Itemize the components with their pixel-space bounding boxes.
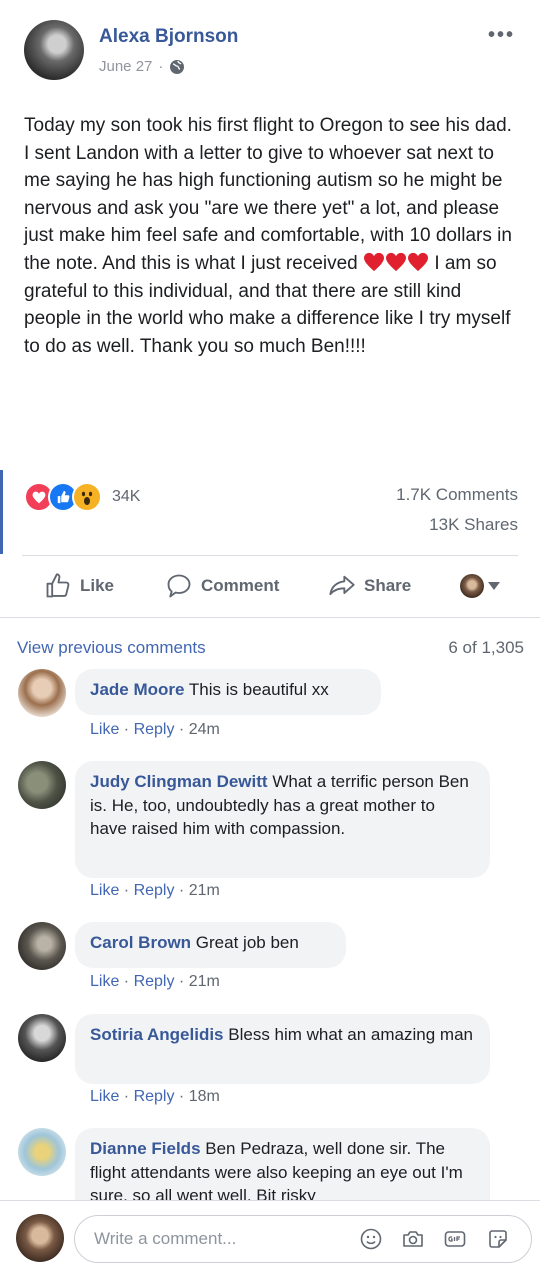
comment-reply-link[interactable]: Reply xyxy=(134,721,175,738)
author-name[interactable]: Alexa Bjornson xyxy=(99,26,238,48)
focus-accent-bar xyxy=(0,470,3,554)
comment-button[interactable]: Comment xyxy=(165,572,279,600)
divider xyxy=(0,617,540,618)
react-as-selector[interactable] xyxy=(460,574,500,598)
commenter-avatar[interactable] xyxy=(18,761,66,809)
comment-actions: Like · Reply · 18m xyxy=(90,1088,220,1105)
comment-bubble: Carol Brown Great job ben xyxy=(75,922,346,968)
commenter-name[interactable]: Carol Brown xyxy=(90,933,191,952)
gif-icon[interactable] xyxy=(443,1227,467,1251)
author-avatar[interactable] xyxy=(24,20,84,80)
post-text: Today my son took his first flight to Or… xyxy=(24,112,516,360)
emoji-icon[interactable] xyxy=(359,1227,383,1251)
share-label: Share xyxy=(364,576,412,595)
comment-actions: Like · Reply · 21m xyxy=(90,973,220,990)
thumbs-up-icon xyxy=(46,573,70,598)
comment-like-link[interactable]: Like xyxy=(90,882,119,899)
comment-like-link[interactable]: Like xyxy=(90,721,119,738)
wow-reaction-icon xyxy=(72,482,102,512)
post-text-part-1: Today my son took his first flight to Or… xyxy=(24,115,512,274)
share-arrow-icon xyxy=(329,575,355,596)
comment-reply-link[interactable]: Reply xyxy=(134,1088,175,1105)
comment-label: Comment xyxy=(201,576,280,595)
heart-icon xyxy=(408,252,429,272)
comment-bubble: Jade Moore This is beautiful xx xyxy=(75,669,381,715)
post-date[interactable]: June 27 xyxy=(99,58,152,75)
commenter-name[interactable]: Dianne Fields xyxy=(90,1139,201,1158)
globe-icon xyxy=(170,59,185,74)
more-options-button[interactable]: ••• xyxy=(488,24,515,47)
comment-text: Bless him what an amazing man xyxy=(228,1025,473,1044)
heart-icon xyxy=(364,252,385,272)
comment-page-count: 6 of 1,305 xyxy=(448,638,524,657)
comment-time[interactable]: 18m xyxy=(189,1088,220,1105)
comment-like-link[interactable]: Like xyxy=(90,973,119,990)
comment-reply-link[interactable]: Reply xyxy=(134,882,175,899)
view-previous-comments-link[interactable]: View previous comments xyxy=(17,638,206,658)
comment-text: This is beautiful xx xyxy=(188,680,329,699)
divider xyxy=(22,555,518,556)
commenter-avatar[interactable] xyxy=(18,1128,66,1176)
post-meta: June 27 · xyxy=(99,58,185,75)
comment-bubble-icon xyxy=(167,574,191,598)
comment-reply-link[interactable]: Reply xyxy=(134,973,175,990)
comment-bubble: Judy Clingman Dewitt What a terrific per… xyxy=(75,761,490,878)
like-label: Like xyxy=(80,576,115,595)
commenter-avatar[interactable] xyxy=(18,922,66,970)
comment-time[interactable]: 21m xyxy=(189,882,220,899)
avatar xyxy=(460,574,484,598)
comment-bubble: Sotiria Angelidis Bless him what an amaz… xyxy=(75,1014,490,1084)
heart-icon xyxy=(386,252,407,272)
sticker-icon[interactable] xyxy=(486,1227,510,1251)
commenter-avatar[interactable] xyxy=(18,669,66,717)
commenter-name[interactable]: Sotiria Angelidis xyxy=(90,1025,224,1044)
comment-time[interactable]: 21m xyxy=(189,973,220,990)
chevron-down-icon xyxy=(488,582,500,590)
comments-count[interactable]: 1.7K Comments xyxy=(396,485,518,505)
commenter-name[interactable]: Judy Clingman Dewitt xyxy=(90,772,268,791)
camera-icon[interactable] xyxy=(401,1227,425,1251)
shares-count[interactable]: 13K Shares xyxy=(429,515,518,535)
commenter-name[interactable]: Jade Moore xyxy=(90,680,184,699)
comment-time[interactable]: 24m xyxy=(189,721,220,738)
commenter-avatar[interactable] xyxy=(18,1014,66,1062)
comment-actions: Like · Reply · 21m xyxy=(90,882,220,899)
current-user-avatar[interactable] xyxy=(16,1214,64,1262)
comment-like-link[interactable]: Like xyxy=(90,1088,119,1105)
like-button[interactable]: Like xyxy=(44,572,114,600)
comment-actions: Like · Reply · 24m xyxy=(90,721,220,738)
comment-text: Great job ben xyxy=(195,933,299,952)
comment-input-placeholder: Write a comment... xyxy=(94,1229,237,1248)
share-button[interactable]: Share xyxy=(328,572,411,600)
reaction-count: 34K xyxy=(112,488,141,505)
reactions-summary[interactable]: 34K xyxy=(24,482,140,512)
